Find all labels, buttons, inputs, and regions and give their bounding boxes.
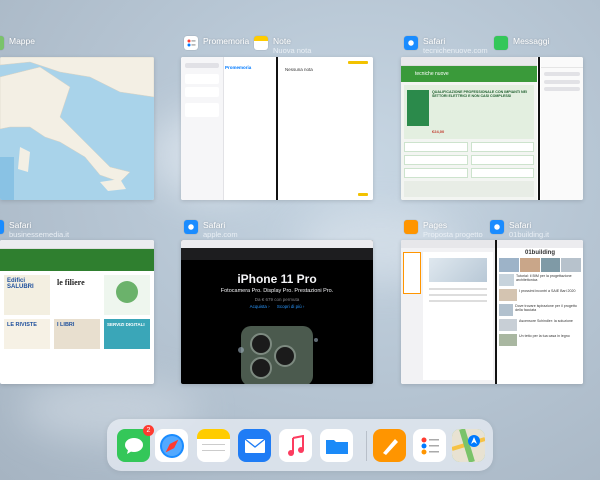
building-article[interactable]: Tutorial: il BIM per la progettazione ar… xyxy=(516,274,581,286)
card-subtitle: apple.com xyxy=(203,230,238,239)
music-icon[interactable] xyxy=(279,429,312,462)
messages-pane xyxy=(541,57,583,200)
iphone-camera-image xyxy=(238,326,318,384)
building-article[interactable]: I prossimi incontri a SAIE Bari 2020 xyxy=(519,289,576,301)
card-label-note: Note Nuova nota xyxy=(254,36,311,56)
bm-tile-edifici: Edifici SALUBRI xyxy=(7,278,34,290)
split-divider[interactable] xyxy=(538,57,540,200)
card-subtitle: tecnichenuove.com xyxy=(423,46,488,55)
card-label-pages: Pages Proposta progetto xyxy=(404,220,483,240)
card-subtitle: 01building.it xyxy=(509,230,550,239)
maps-icon[interactable] xyxy=(452,429,485,462)
messages-icon xyxy=(494,36,508,50)
card-subtitle: Nuova nota xyxy=(273,46,312,55)
card-label-safari-building: Safari 01building.it xyxy=(490,220,549,240)
card-label-safari-bm: Safari businessemedia.it xyxy=(0,220,69,240)
bm-tile-riviste: LE RIVISTE xyxy=(7,322,37,328)
notes-icon xyxy=(254,36,268,50)
reminders-sidebar xyxy=(181,57,224,200)
card-subtitle: businessemedia.it xyxy=(9,230,70,239)
card-label-messaggi: Messaggi xyxy=(494,36,549,50)
pages-pane xyxy=(401,240,495,384)
tn-hero: QUALIFICAZIONE PROFESSIONALE CON IMPIANT… xyxy=(404,85,534,139)
card-title: Note xyxy=(273,36,291,46)
card-label-safari-tn: Safari tecnichenuove.com xyxy=(404,36,488,56)
building-pane: 01building Tutorial: il BIM per la proge… xyxy=(497,240,583,384)
maps-icon xyxy=(0,36,4,50)
card-title: Safari xyxy=(423,36,446,46)
card-label-safari-apple: Safari apple.com xyxy=(184,220,238,240)
app-card-safari-bm[interactable]: Edifici SALUBRI le filiere LE RIVISTE I … xyxy=(0,240,154,384)
mail-icon[interactable] xyxy=(238,429,271,462)
notes-empty-title: Nessuna nota xyxy=(285,67,313,72)
notes-pane: Nessuna nota xyxy=(281,57,373,200)
reminders-icon xyxy=(184,36,198,50)
messages-badge: 2 xyxy=(143,425,154,436)
safari-icon xyxy=(490,220,504,234)
tn-headline: QUALIFICAZIONE PROFESSIONALE CON IMPIANT… xyxy=(432,90,528,99)
card-label-promemoria: Promemoria xyxy=(184,36,249,50)
bm-tile-libri: I LIBRI xyxy=(57,322,75,328)
card-title: Pages xyxy=(423,220,448,230)
building-article[interactable]: Dove trovare ispirazione per il progetto… xyxy=(515,304,581,316)
reminders-icon[interactable] xyxy=(413,429,446,462)
card-title: Safari xyxy=(203,220,226,230)
card-title: Safari xyxy=(9,220,32,230)
tn-site-name: tecniche nuove xyxy=(401,66,537,82)
card-title: Mappe xyxy=(9,36,35,46)
app-card-safari-messaggi[interactable]: tecniche nuove QUALIFICAZIONE PROFESSION… xyxy=(401,57,583,200)
apple-tagline: Fotocamera Pro. Display Pro. Prestazioni… xyxy=(220,288,334,294)
apple-price: Da € 679 con permuta xyxy=(254,297,300,302)
card-subtitle: Proposta progetto xyxy=(423,230,483,239)
apple-headline: iPhone 11 Pro xyxy=(237,272,317,286)
app-card-safari-apple[interactable]: iPhone 11 Pro Fotocamera Pro. Display Pr… xyxy=(181,240,373,384)
building-article[interactable]: Ascensore Schindler: la soluzione xyxy=(519,319,573,331)
notes-icon[interactable] xyxy=(197,429,230,462)
files-icon[interactable] xyxy=(320,429,353,462)
map-preview xyxy=(0,57,154,200)
bm-tile-servizi: SERVIZI DIGITALI xyxy=(107,322,145,327)
apple-learn-link[interactable]: Scopri di più › xyxy=(277,304,305,309)
reminders-list-title: Promemoria xyxy=(225,65,252,70)
split-divider[interactable] xyxy=(276,57,278,200)
dock: 2 xyxy=(107,419,493,471)
pages-icon[interactable] xyxy=(373,429,406,462)
tn-webpage: tecniche nuove QUALIFICAZIONE PROFESSION… xyxy=(401,57,537,200)
safari-icon xyxy=(404,36,418,50)
app-card-maps[interactable] xyxy=(0,57,154,200)
apple-buy-link[interactable]: Acquista › xyxy=(250,304,270,309)
card-label-maps: Mappe xyxy=(0,36,35,50)
safari-icon xyxy=(184,220,198,234)
pages-icon xyxy=(404,220,418,234)
card-title: Promemoria xyxy=(203,36,250,46)
app-card-pages-safari[interactable]: 01building Tutorial: il BIM per la proge… xyxy=(401,240,583,384)
card-title: Safari xyxy=(509,220,532,230)
tn-price: €24,00 xyxy=(432,129,445,134)
dock-separator xyxy=(366,431,367,461)
building-article[interactable]: Un tetto per la tua casa in legno xyxy=(519,334,570,346)
safari-icon[interactable] xyxy=(155,429,188,462)
bm-tile-filiere: le filiere xyxy=(57,278,85,287)
messages-icon[interactable]: 2 xyxy=(117,425,154,462)
safari-icon xyxy=(0,220,4,234)
building-logo: 01building xyxy=(525,250,555,256)
card-title: Messaggi xyxy=(513,36,550,46)
app-card-promemoria-note[interactable]: Promemoria Nessuna nota xyxy=(181,57,373,200)
